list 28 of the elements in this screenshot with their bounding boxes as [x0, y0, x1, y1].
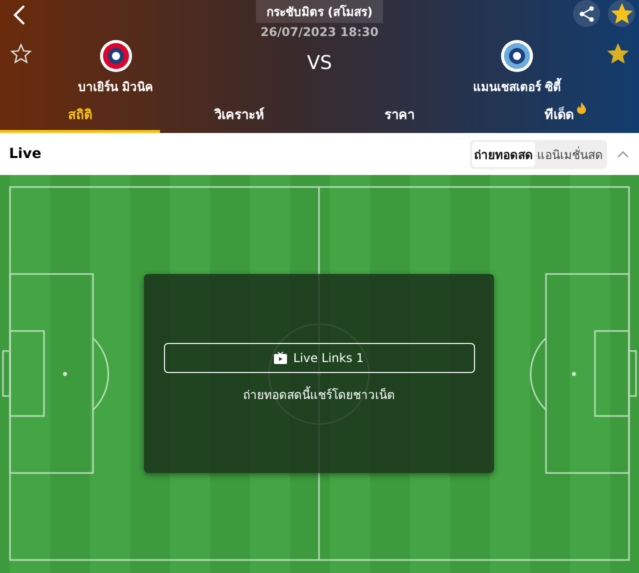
mode-option[interactable]: แอนิเมชั่นสด	[535, 142, 605, 166]
team-crest-icon	[98, 38, 133, 72]
tab[interactable]: ราคา	[320, 98, 480, 133]
star-icon	[10, 42, 32, 64]
team-crest-icon	[500, 38, 534, 72]
tab[interactable]: ทีเด็ด	[479, 98, 639, 133]
live-links-button[interactable]: Live Links 1	[164, 343, 474, 373]
live-title: Live	[9, 146, 42, 162]
favorite-button[interactable]	[608, 0, 635, 27]
favorite-team-button[interactable]	[10, 42, 32, 64]
competition-label: กระชับมิตร (สโมสร)	[256, 0, 383, 23]
mode-option[interactable]: ถ่ายทอดสด	[472, 142, 535, 166]
match-datetime: 26/07/2023 18:30	[260, 25, 378, 39]
favorite-team-button[interactable]	[607, 42, 629, 64]
chevron-icon	[617, 150, 629, 158]
back-icon	[12, 4, 26, 26]
collapse-button[interactable]	[617, 150, 629, 158]
back-button[interactable]	[12, 4, 26, 26]
versus-label: VS	[306, 52, 332, 74]
shared-note: ถ่ายทอดสดนี้แชร์โดยชาวเน็ต	[243, 385, 395, 404]
share-button[interactable]	[573, 0, 600, 27]
team-name: บาเยิร์น มิวนิค	[78, 78, 154, 96]
tv-icon	[274, 352, 288, 364]
share-icon	[578, 4, 596, 22]
star-icon	[610, 2, 632, 24]
team-name: แมนเชสเตอร์ ซิตี้	[472, 76, 561, 96]
star-icon	[607, 42, 629, 64]
tab[interactable]: วิเคราะห์	[160, 98, 320, 133]
